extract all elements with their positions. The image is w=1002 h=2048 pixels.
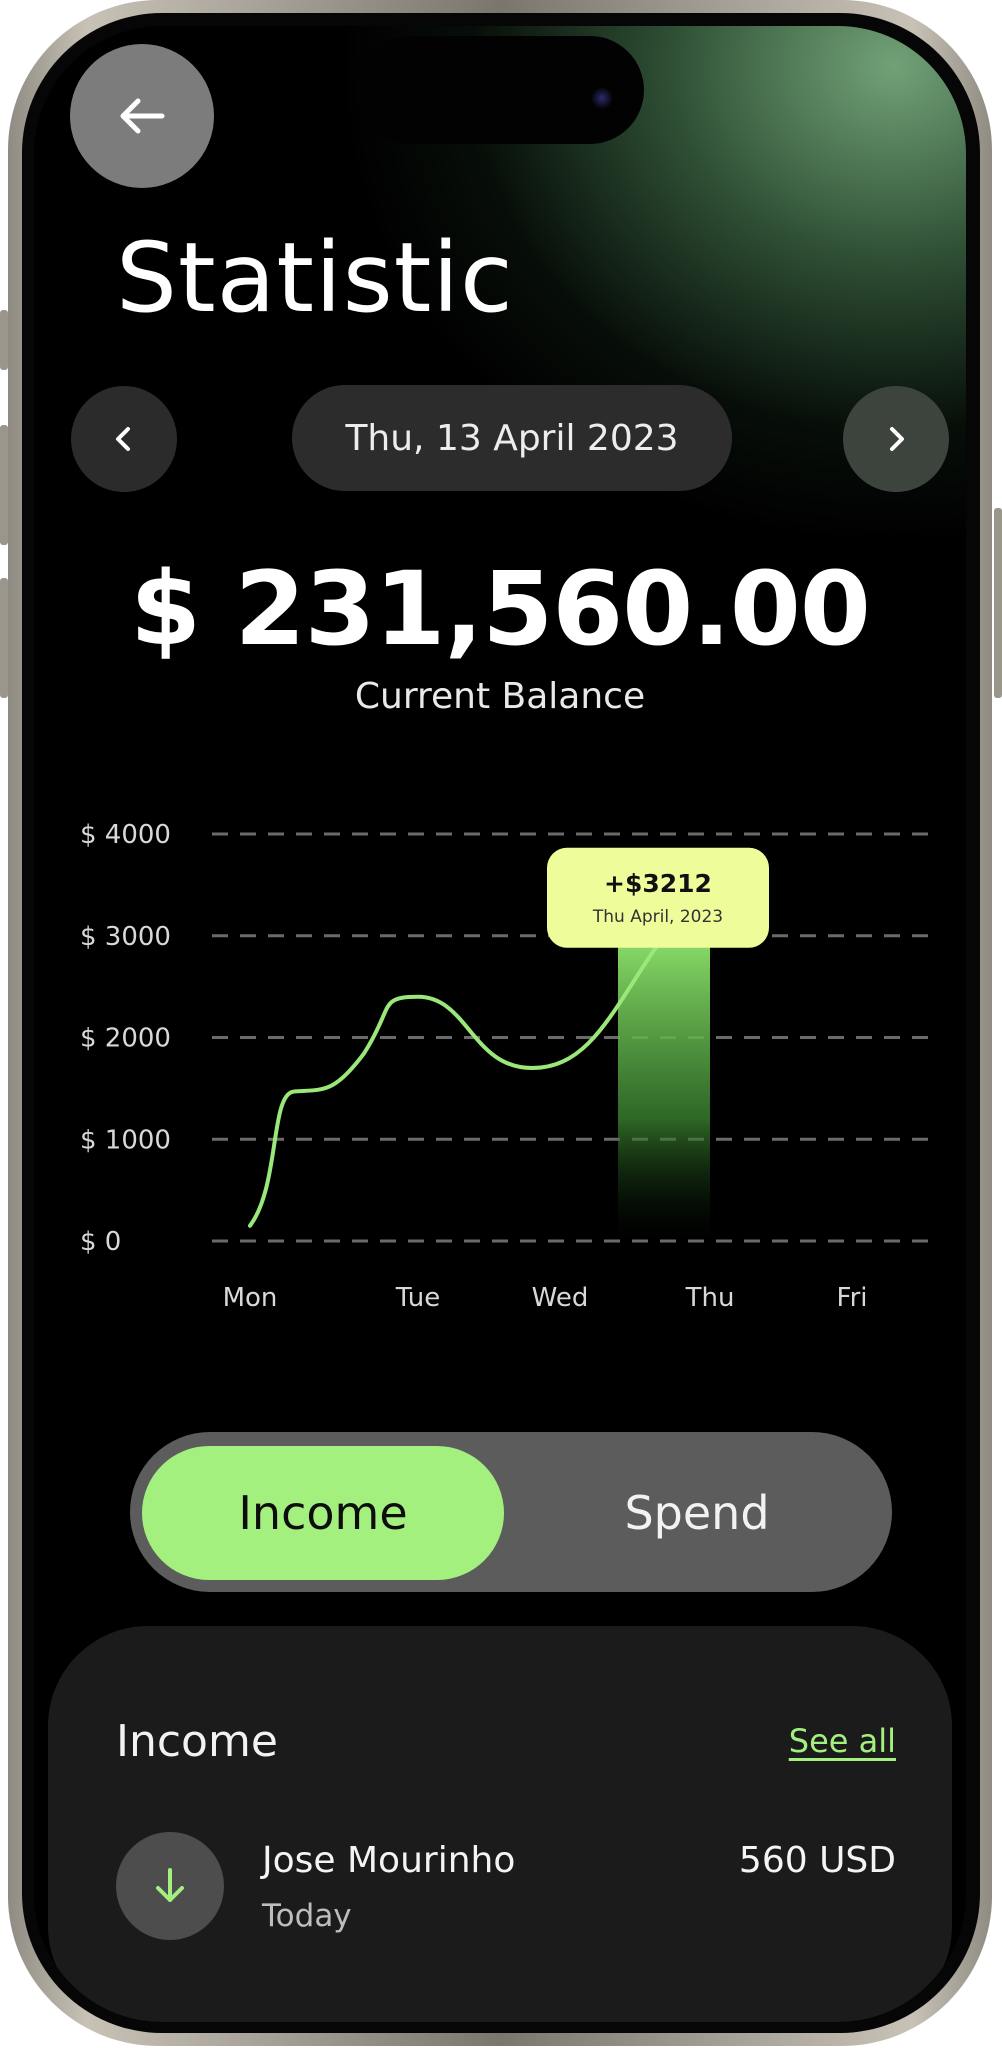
page-title: Statistic xyxy=(116,222,514,334)
transaction-amount: 560 USD xyxy=(738,1840,896,1881)
x-tick-label: Wed xyxy=(532,1283,589,1313)
series-line xyxy=(248,933,666,1228)
x-tick-label: Tue xyxy=(395,1283,440,1313)
mute-switch xyxy=(0,310,8,370)
income-spend-toggle: Income Spend xyxy=(130,1432,892,1592)
volume-up-button xyxy=(0,425,8,545)
date-selector[interactable]: Thu, 13 April 2023 xyxy=(292,385,732,491)
tooltip-date: Thu April, 2023 xyxy=(592,907,723,927)
x-tick-label: Fri xyxy=(837,1283,868,1313)
y-tick-label: $ 0 xyxy=(80,1227,121,1257)
prev-date-button[interactable] xyxy=(71,386,177,492)
y-tick-label: $ 1000 xyxy=(80,1125,171,1155)
tooltip-value: +$3212 xyxy=(604,869,712,898)
arrow-left-icon xyxy=(120,98,165,134)
y-tick-label: $ 3000 xyxy=(80,922,171,952)
spend-tab[interactable]: Spend xyxy=(516,1446,878,1580)
arrow-down-icon xyxy=(156,1868,184,1902)
x-tick-label: Thu xyxy=(685,1283,735,1313)
income-tab[interactable]: Income xyxy=(142,1446,504,1580)
tooltip-background xyxy=(547,847,769,948)
balance-chart: $ 4000 $ 3000 $ 2000 $ 1000 $ 0 +$3212 Thu A… xyxy=(80,820,934,1313)
volume-down-button xyxy=(0,578,8,698)
back-button[interactable] xyxy=(70,44,214,188)
y-tick-label: $ 4000 xyxy=(80,820,171,850)
power-button xyxy=(994,508,1002,698)
chevron-left-icon xyxy=(116,427,130,451)
y-tick-label: $ 2000 xyxy=(80,1024,171,1054)
see-all-link[interactable]: See all xyxy=(789,1722,896,1760)
balance-amount: $ 231,560.00 xyxy=(130,550,871,669)
next-date-button[interactable] xyxy=(843,386,949,492)
chart-tooltip: +$3212 Thu April, 2023 xyxy=(547,847,769,948)
camera-lens xyxy=(592,88,612,108)
screen: Statistic Thu, 13 April 2023 $ 231,560.0… xyxy=(34,26,966,2022)
transaction-name: Jose Mourinho xyxy=(262,1840,516,1881)
transaction-icon xyxy=(116,1832,224,1940)
income-card: Income See all Jose Mourinho Today 560 U… xyxy=(48,1626,952,2022)
income-section-title: Income xyxy=(116,1716,278,1767)
x-tick-label: Mon xyxy=(223,1283,278,1313)
chevron-right-icon xyxy=(890,427,904,451)
balance-label: Current Balance xyxy=(354,676,646,717)
transaction-date: Today xyxy=(262,1898,352,1934)
